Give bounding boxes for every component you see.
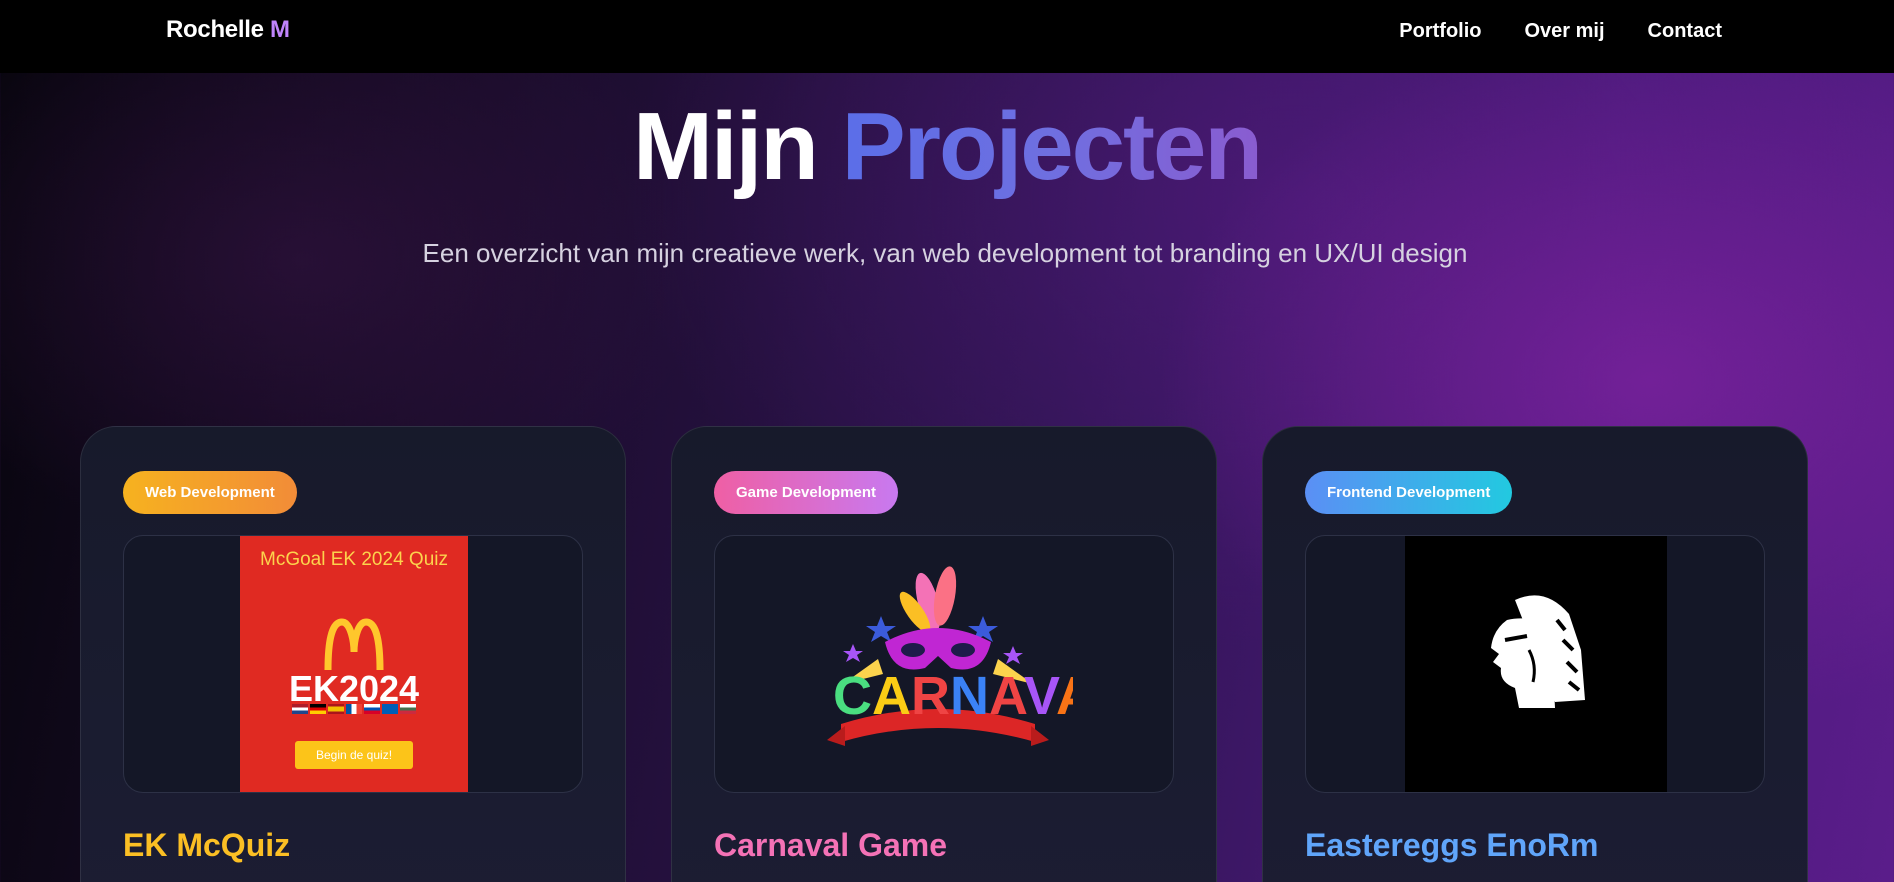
navbar: Rochelle M Portfolio Over mij Contact [0,0,1894,73]
enorm-poster [1405,536,1667,792]
nav-link-contact[interactable]: Contact [1648,20,1722,43]
project-title[interactable]: Carnaval Game [714,827,947,864]
project-thumbnail[interactable]: McGoal EK 2024 Quiz EK2024 Begin de quiz… [123,535,583,793]
page-title: Mijn Projecten [0,92,1894,202]
carnaval-logo-icon: CARNAVAL [827,566,1073,746]
svg-text:CARNAVAL: CARNAVAL [833,666,1073,726]
category-badge: Web Development [123,471,297,514]
project-thumbnail[interactable]: CARNAVAL [714,535,1174,793]
warrior-head-logo-icon [1491,595,1585,708]
page-title-word2: Projecten [841,93,1263,200]
project-card-ek-mcquiz[interactable]: Web Development McGoal EK 2024 Quiz EK20… [80,426,626,882]
begin-quiz-button: Begin de quiz! [295,741,413,769]
logo-initial: M [270,16,290,43]
project-title[interactable]: EK McQuiz [123,827,290,864]
poster-title: McGoal EK 2024 Quiz [260,549,448,570]
page-title-word1: Mijn [632,93,819,200]
project-card-eastereggs-enorm[interactable]: Frontend Development Eastereggs EnoRm [1262,426,1808,882]
flags-row [292,704,416,714]
mcquiz-poster: McGoal EK 2024 Quiz EK2024 Begin de quiz… [240,536,468,792]
main-nav: Portfolio Over mij Contact [1399,20,1722,43]
category-badge: Frontend Development [1305,471,1513,514]
project-card-carnaval-game[interactable]: Game Development CARNAVAL [671,426,1217,882]
page-subtitle: Een overzicht van mijn creatieve werk, v… [422,238,1468,268]
project-title[interactable]: Eastereggs EnoRm [1305,827,1598,864]
project-thumbnail[interactable] [1305,535,1765,793]
category-badge: Game Development [714,471,899,514]
nav-link-over-mij[interactable]: Over mij [1525,20,1605,43]
mcdonalds-arches-icon [324,618,384,670]
site-logo[interactable]: Rochelle M [166,16,290,44]
nav-link-portfolio[interactable]: Portfolio [1399,20,1481,43]
logo-name: Rochelle [166,16,264,43]
